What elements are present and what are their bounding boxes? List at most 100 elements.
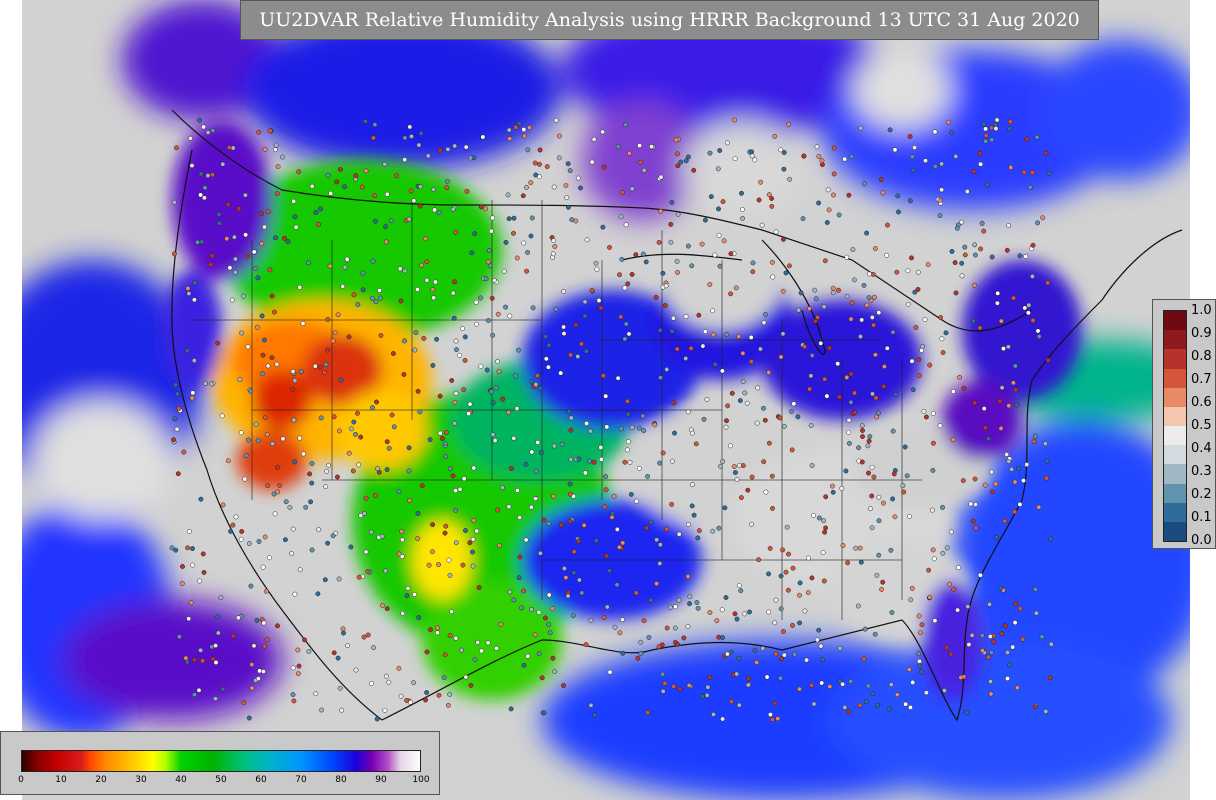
station-dot	[556, 133, 562, 139]
station-dot	[763, 489, 769, 495]
station-dot	[618, 426, 624, 432]
station-dot	[891, 471, 897, 477]
station-dot	[641, 428, 647, 434]
station-dot	[256, 129, 262, 135]
station-dot	[454, 347, 459, 353]
station-dot	[818, 643, 824, 649]
station-dot	[191, 297, 197, 303]
ratio-tick-label: 0.2	[1191, 487, 1212, 502]
station-dot	[954, 225, 960, 231]
station-dot	[625, 411, 631, 417]
station-dot	[192, 280, 198, 286]
station-dot	[1027, 184, 1033, 190]
station-dot	[989, 489, 995, 495]
station-dot	[670, 315, 676, 321]
station-dot	[437, 393, 443, 399]
station-dot	[617, 630, 623, 636]
station-dot	[399, 528, 405, 534]
station-dot	[972, 282, 977, 288]
station-dot	[750, 260, 756, 266]
station-dot	[290, 692, 296, 698]
station-dot	[757, 346, 763, 352]
station-dot	[695, 535, 701, 541]
station-dot	[215, 340, 221, 346]
station-dot	[683, 314, 689, 320]
station-dot	[538, 450, 544, 456]
station-dot	[490, 332, 496, 338]
station-dot	[521, 588, 527, 594]
station-dot	[800, 216, 806, 222]
station-dot	[1043, 475, 1049, 481]
station-dot	[241, 700, 247, 705]
station-dot	[1045, 280, 1051, 286]
station-dot	[561, 331, 567, 337]
station-dot	[261, 620, 267, 626]
station-dot	[467, 540, 473, 546]
station-dot	[297, 435, 303, 441]
station-dot	[921, 408, 927, 414]
station-dot	[235, 615, 241, 621]
station-dot	[407, 498, 413, 503]
station-dot	[616, 544, 622, 550]
station-dot	[923, 158, 928, 164]
station-dot	[888, 682, 894, 688]
station-dot	[907, 134, 913, 139]
station-dot	[913, 325, 919, 330]
station-dot	[316, 527, 322, 533]
station-dot	[720, 458, 726, 464]
station-dot	[696, 312, 702, 318]
station-dot	[254, 617, 260, 623]
station-dot	[335, 312, 341, 318]
station-dot	[190, 562, 196, 568]
station-dot	[620, 540, 626, 546]
station-dot	[836, 212, 842, 218]
station-dot	[210, 656, 216, 662]
station-dot	[478, 363, 484, 369]
station-dot	[466, 411, 472, 417]
station-dot	[787, 176, 793, 182]
station-dot	[1007, 119, 1013, 125]
station-dot	[203, 381, 208, 386]
station-dot	[253, 265, 259, 271]
station-dot	[498, 621, 504, 627]
station-dot	[654, 537, 660, 543]
station-dot	[780, 331, 786, 337]
station-dot	[885, 222, 890, 228]
station-dot	[940, 504, 945, 510]
station-dot	[619, 256, 625, 262]
station-dot	[620, 650, 626, 656]
station-dot	[259, 241, 265, 247]
station-dot	[917, 663, 923, 669]
station-dot	[280, 154, 285, 160]
station-dot	[699, 694, 705, 699]
station-dot	[521, 127, 527, 133]
ratio-tick-label: 0.4	[1191, 441, 1212, 456]
ratio-swatch	[1164, 445, 1186, 465]
station-dot	[179, 581, 185, 586]
station-dot	[519, 605, 525, 611]
rh-tick-label: 30	[135, 775, 147, 785]
station-dot	[545, 364, 551, 370]
station-dot	[778, 354, 784, 360]
station-dot	[370, 258, 376, 264]
station-dot	[584, 237, 590, 243]
station-dot	[443, 523, 449, 529]
station-dot	[478, 204, 484, 210]
station-dot	[447, 466, 453, 472]
station-dot	[239, 529, 245, 534]
station-dot	[646, 634, 652, 640]
station-dot	[260, 564, 266, 570]
station-dot	[887, 127, 893, 133]
station-dot	[770, 717, 775, 723]
station-dot	[429, 549, 435, 555]
station-dot	[418, 130, 424, 136]
station-dot	[476, 585, 482, 591]
station-dot	[884, 252, 890, 258]
station-dot	[389, 412, 395, 418]
station-dot	[368, 529, 374, 535]
station-dot	[262, 534, 268, 540]
station-dot	[335, 655, 341, 661]
station-dot	[858, 125, 864, 131]
station-dot	[807, 386, 813, 392]
station-dot	[927, 594, 933, 600]
